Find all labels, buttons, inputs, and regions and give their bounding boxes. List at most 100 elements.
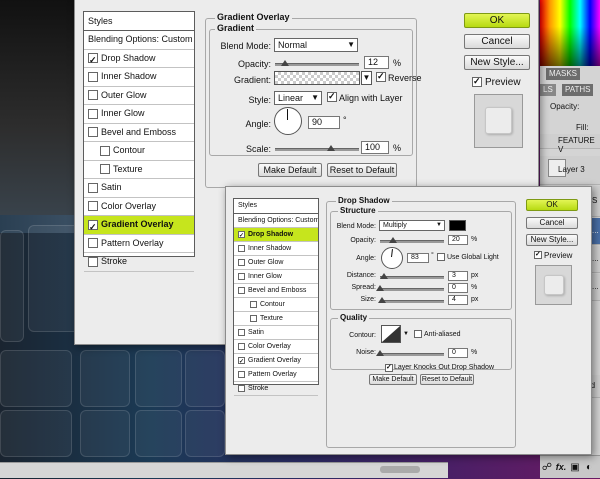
tab-ls[interactable]: LS <box>540 84 556 96</box>
style-checkbox[interactable] <box>250 314 257 322</box>
anti-aliased-checkbox[interactable] <box>414 330 422 338</box>
opacity-slider[interactable] <box>275 60 359 66</box>
layer-knocks-out-checkbox[interactable] <box>385 363 393 372</box>
preview-checkbox[interactable] <box>534 250 542 259</box>
styles-list-header[interactable]: Styles <box>234 199 318 214</box>
styles-item[interactable]: Gradient Overlay <box>84 216 194 235</box>
styles-item[interactable]: Texture <box>84 161 194 179</box>
layer-row-feature[interactable]: FEATURE V <box>540 134 600 154</box>
styles-item[interactable]: Color Overlay <box>234 340 318 354</box>
style-checkbox[interactable] <box>88 127 98 138</box>
reset-to-default-button[interactable]: Reset to Default <box>420 374 474 385</box>
style-checkbox[interactable] <box>238 272 245 280</box>
styles-item[interactable]: Contour <box>84 142 194 161</box>
align-with-layer-checkbox[interactable] <box>327 91 337 102</box>
styles-item[interactable]: Gradient Overlay <box>234 354 318 368</box>
shadow-color-swatch[interactable] <box>449 220 466 231</box>
fx-icon[interactable]: fx. <box>554 456 568 478</box>
make-default-button[interactable]: Make Default <box>369 374 417 385</box>
style-checkbox[interactable] <box>88 52 98 67</box>
layer-row-layer3[interactable]: Layer 3 <box>540 156 600 185</box>
styles-item[interactable]: Inner Shadow <box>84 68 194 87</box>
blend-mode-select[interactable]: Multiply ▼ <box>379 220 445 231</box>
opacity-input[interactable]: 20 <box>448 235 468 245</box>
style-checkbox[interactable] <box>250 300 257 308</box>
slider-knob[interactable] <box>388 237 397 243</box>
styles-item[interactable]: Pattern Overlay <box>84 235 194 253</box>
color-swatches[interactable] <box>540 0 600 66</box>
style-checkbox[interactable] <box>88 219 98 234</box>
noise-slider[interactable] <box>376 350 444 356</box>
styles-list-header[interactable]: Styles <box>84 12 194 31</box>
styles-item[interactable]: Inner Glow <box>84 105 194 124</box>
scale-input[interactable]: 100 <box>361 141 389 154</box>
distance-slider[interactable] <box>380 273 444 279</box>
adjustment-layer-icon[interactable]: ◐ <box>582 457 596 479</box>
angle-dial[interactable] <box>274 107 302 135</box>
preview-checkbox[interactable] <box>472 76 482 87</box>
styles-item[interactable]: Drop Shadow <box>234 228 318 242</box>
style-checkbox[interactable] <box>238 230 245 241</box>
style-checkbox[interactable] <box>238 370 245 378</box>
styles-item[interactable]: Satin <box>234 326 318 340</box>
size-slider[interactable] <box>378 297 444 303</box>
style-checkbox[interactable] <box>238 342 245 350</box>
style-checkbox[interactable] <box>88 201 98 212</box>
scale-slider[interactable] <box>275 145 359 151</box>
new-style-button[interactable]: New Style... <box>526 234 578 246</box>
style-checkbox[interactable] <box>88 108 98 119</box>
style-select[interactable]: Linear ▼ <box>274 91 322 105</box>
size-input[interactable]: 4 <box>448 295 468 305</box>
style-checkbox[interactable] <box>88 71 98 82</box>
style-checkbox[interactable] <box>238 356 245 367</box>
slider-knob[interactable] <box>376 285 384 291</box>
styles-item[interactable]: Drop Shadow <box>84 50 194 68</box>
gradient-picker[interactable] <box>274 71 360 85</box>
new-style-button[interactable]: New Style... <box>464 55 530 70</box>
styles-item[interactable]: Stroke <box>234 382 318 396</box>
styles-item[interactable]: Contour <box>234 298 318 312</box>
styles-item[interactable]: Bevel and Emboss <box>234 284 318 298</box>
reverse-checkbox[interactable] <box>376 71 386 82</box>
scrollbar-thumb[interactable] <box>380 466 420 473</box>
slider-knob[interactable] <box>376 350 384 356</box>
opacity-input[interactable]: 12 <box>364 56 389 69</box>
horizontal-scrollbar[interactable] <box>0 462 448 478</box>
distance-input[interactable]: 3 <box>448 271 468 281</box>
styles-item[interactable]: Blending Options: Custom <box>84 31 194 50</box>
opacity-slider[interactable] <box>380 237 444 243</box>
styles-item[interactable]: Inner Glow <box>234 270 318 284</box>
slider-knob[interactable] <box>281 60 290 66</box>
style-checkbox[interactable] <box>88 182 98 193</box>
style-checkbox[interactable] <box>100 164 110 175</box>
styles-item[interactable]: Inner Shadow <box>234 242 318 256</box>
spread-slider[interactable] <box>376 285 444 291</box>
cancel-button[interactable]: Cancel <box>526 217 578 229</box>
slider-knob[interactable] <box>327 145 335 151</box>
use-global-light-checkbox[interactable] <box>437 253 445 261</box>
ok-button[interactable]: OK <box>464 13 530 28</box>
styles-item[interactable]: Texture <box>234 312 318 326</box>
tab-paths[interactable]: PATHS <box>562 84 594 96</box>
styles-item[interactable]: Pattern Overlay <box>234 368 318 382</box>
angle-input[interactable]: 90 <box>308 116 340 129</box>
style-checkbox[interactable] <box>238 286 245 294</box>
styles-item[interactable]: Stroke <box>84 253 194 272</box>
style-checkbox[interactable] <box>238 244 245 252</box>
styles-item[interactable]: Satin <box>84 179 194 198</box>
layer-mask-icon[interactable]: ▣ <box>568 457 582 479</box>
blend-mode-select[interactable]: Normal ▼ <box>274 38 358 52</box>
noise-input[interactable]: 0 <box>448 348 468 358</box>
gradient-dropdown-chevron-icon[interactable]: ▼ <box>361 71 372 85</box>
contour-curve-icon[interactable] <box>381 325 401 343</box>
styles-item[interactable]: Bevel and Emboss <box>84 124 194 142</box>
angle-dial[interactable] <box>381 247 403 269</box>
ok-button[interactable]: OK <box>526 199 578 211</box>
styles-item[interactable]: Outer Glow <box>234 256 318 270</box>
styles-item[interactable]: Color Overlay <box>84 198 194 216</box>
slider-knob[interactable] <box>380 273 388 279</box>
angle-input[interactable]: 83 <box>407 253 429 263</box>
make-default-button[interactable]: Make Default <box>258 163 322 177</box>
style-checkbox[interactable] <box>100 145 110 156</box>
contour-chevron-down-icon[interactable]: ▼ <box>403 328 410 340</box>
